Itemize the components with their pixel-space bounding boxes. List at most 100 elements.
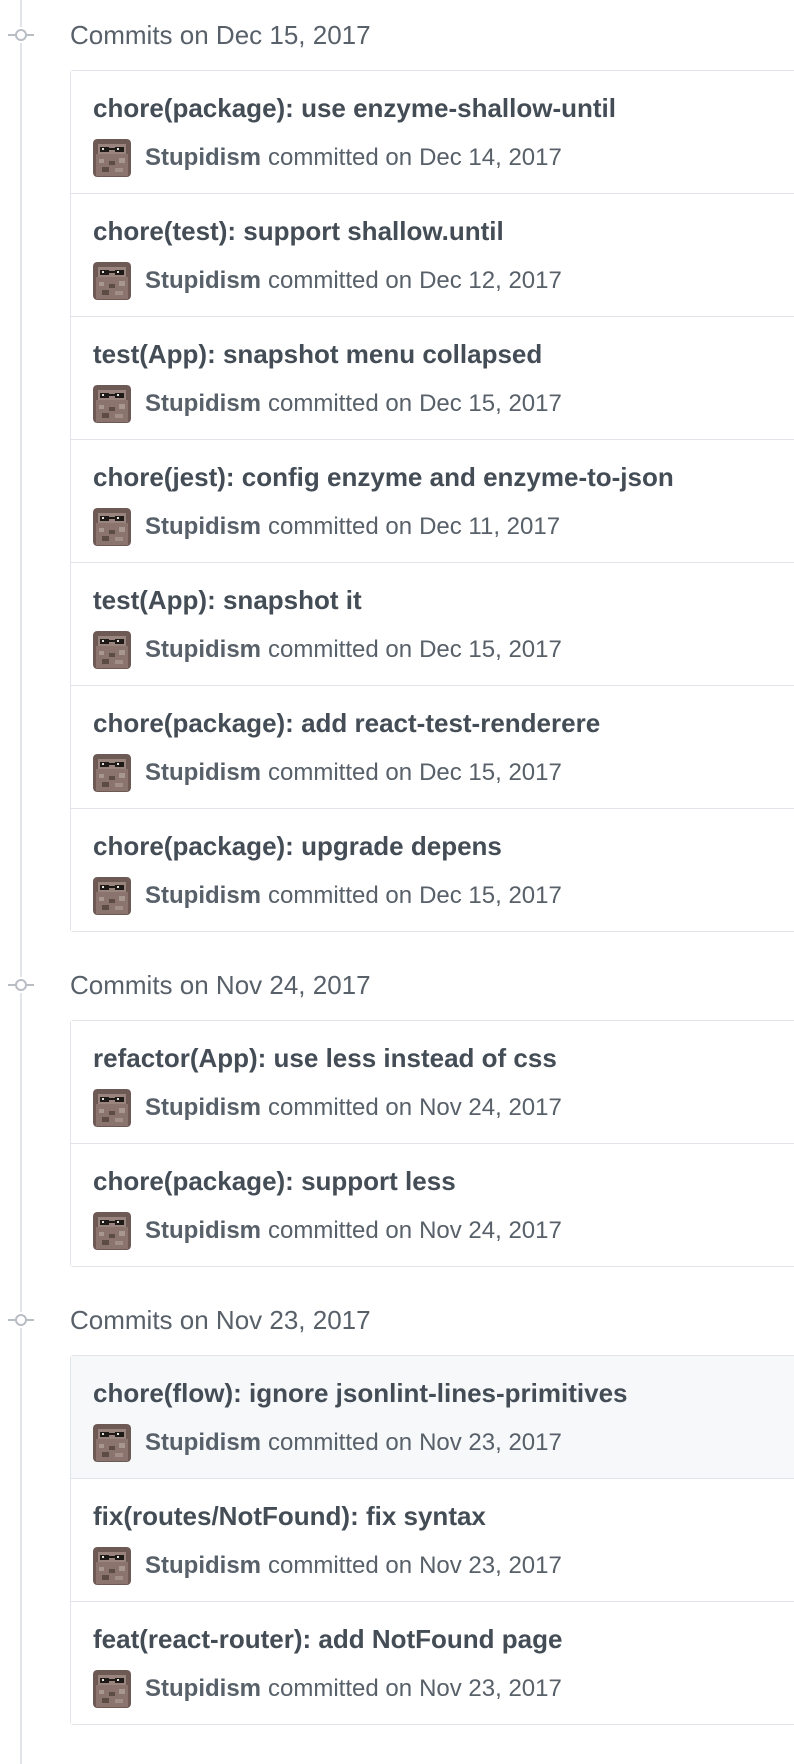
user-avatar[interactable] <box>93 139 131 177</box>
user-avatar[interactable] <box>93 1547 131 1585</box>
commit-verb: committed on <box>268 1094 413 1121</box>
user-avatar[interactable] <box>93 1424 131 1462</box>
user-avatar[interactable] <box>93 1212 131 1250</box>
commit-author-link[interactable]: Stupidism <box>145 1675 261 1703</box>
commit-row: chore(jest): config enzyme and enzyme-to… <box>71 439 794 562</box>
commit-row: feat(react-router): add NotFound page Stu… <box>71 1601 794 1724</box>
commit-group-date-heading: Commits on Dec 15, 2017 <box>70 20 371 50</box>
commit-meta: Stupidism committed on Dec 15, 2017 <box>93 753 562 793</box>
commit-author-link[interactable]: Stupidism <box>145 390 261 418</box>
commit-meta: Stupidism committed on Dec 15, 2017 <box>93 384 562 424</box>
commit-row: chore(package): support less Stupidism com… <box>71 1143 794 1266</box>
commit-author-link[interactable]: Stupidism <box>145 759 261 787</box>
user-avatar[interactable] <box>93 385 131 423</box>
commit-row: chore(flow): ignore jsonlint-lines-primi… <box>71 1356 794 1478</box>
commit-timeline: Commits on Dec 15, 2017 chore(package): u… <box>0 0 794 1725</box>
commit-verb: committed on <box>268 1429 413 1456</box>
commit-author-link[interactable]: Stupidism <box>145 882 261 910</box>
commit-list: chore(package): use enzyme-shallow-until… <box>70 70 794 932</box>
commit-group-date-heading: Commits on Nov 23, 2017 <box>70 1305 371 1335</box>
commit-group-header: Commits on Nov 23, 2017 <box>0 1285 794 1355</box>
user-avatar[interactable] <box>93 262 131 300</box>
commit-author-link[interactable]: Stupidism <box>145 267 261 295</box>
commit-verb: committed on <box>268 267 413 294</box>
commit-row: chore(test): support shallow.until Stupid… <box>71 193 794 316</box>
git-commit-icon <box>8 27 34 43</box>
commit-meta: Stupidism committed on Dec 11, 2017 <box>93 507 560 547</box>
commit-message-link[interactable]: refactor(App): use less instead of css <box>93 1042 557 1074</box>
commit-meta: Stupidism committed on Nov 23, 2017 <box>93 1423 562 1463</box>
commit-message-link[interactable]: test(App): snapshot menu collapsed <box>93 338 542 370</box>
commit-verb: committed on <box>268 390 413 417</box>
commit-meta: Stupidism committed on Dec 15, 2017 <box>93 630 562 670</box>
commit-verb: committed on <box>268 1217 413 1244</box>
commit-verb: committed on <box>268 1675 413 1702</box>
commit-date: Nov 24, 2017 <box>419 1094 562 1121</box>
commit-row: chore(package): use enzyme-shallow-until… <box>71 71 794 193</box>
commit-group-date-heading: Commits on Nov 24, 2017 <box>70 970 371 1000</box>
git-commit-icon <box>8 1312 34 1328</box>
commit-verb: committed on <box>268 513 413 540</box>
commit-date: Dec 14, 2017 <box>419 144 562 171</box>
commit-meta: Stupidism committed on Nov 23, 2017 <box>93 1669 562 1709</box>
commit-date: Nov 24, 2017 <box>419 1217 562 1244</box>
commit-message-link[interactable]: feat(react-router): add NotFound page <box>93 1623 562 1655</box>
commit-group-header: Commits on Dec 15, 2017 <box>0 0 794 70</box>
commit-verb: committed on <box>268 1552 413 1579</box>
git-commit-icon <box>8 977 34 993</box>
commit-group: Commits on Dec 15, 2017 chore(package): u… <box>0 0 794 932</box>
commit-verb: committed on <box>268 636 413 663</box>
commit-meta: Stupidism committed on Nov 24, 2017 <box>93 1088 562 1128</box>
commit-message-link[interactable]: fix(routes/NotFound): fix syntax <box>93 1500 486 1532</box>
commit-author-link[interactable]: Stupidism <box>145 1429 261 1457</box>
user-avatar[interactable] <box>93 1089 131 1127</box>
commit-row: refactor(App): use less instead of css St… <box>71 1021 794 1143</box>
commit-group: Commits on Nov 23, 2017 chore(flow): igno… <box>0 1285 794 1725</box>
commit-verb: committed on <box>268 144 413 171</box>
commit-message-link[interactable]: test(App): snapshot it <box>93 584 362 616</box>
commit-message-link[interactable]: chore(package): upgrade depens <box>93 830 502 862</box>
commit-message-link[interactable]: chore(package): use enzyme-shallow-until <box>93 92 616 124</box>
commit-list: refactor(App): use less instead of css St… <box>70 1020 794 1267</box>
commit-author-link[interactable]: Stupidism <box>145 636 261 664</box>
commit-meta: Stupidism committed on Dec 14, 2017 <box>93 138 562 178</box>
commit-row: chore(package): upgrade depens Stupidism c… <box>71 808 794 931</box>
commit-date: Dec 15, 2017 <box>419 882 562 909</box>
commit-message-link[interactable]: chore(package): add react-test-renderere <box>93 707 600 739</box>
commit-meta: Stupidism committed on Nov 24, 2017 <box>93 1211 562 1251</box>
commit-row: test(App): snapshot it Stupidism committed… <box>71 562 794 685</box>
commit-date: Dec 11, 2017 <box>419 513 561 540</box>
commit-meta: Stupidism committed on Dec 12, 2017 <box>93 261 562 301</box>
commit-row: fix(routes/NotFound): fix syntax Stupidis… <box>71 1478 794 1601</box>
commit-date: Dec 12, 2017 <box>419 267 562 294</box>
commit-message-link[interactable]: chore(package): support less <box>93 1165 456 1197</box>
commit-author-link[interactable]: Stupidism <box>145 513 261 541</box>
commit-message-link[interactable]: chore(flow): ignore jsonlint-lines-primi… <box>93 1377 628 1409</box>
commit-author-link[interactable]: Stupidism <box>145 1094 261 1122</box>
commit-date: Nov 23, 2017 <box>419 1429 562 1456</box>
commit-meta: Stupidism committed on Dec 15, 2017 <box>93 876 562 916</box>
commit-message-link[interactable]: chore(jest): config enzyme and enzyme-to… <box>93 461 674 493</box>
commit-row: test(App): snapshot menu collapsed Stupid… <box>71 316 794 439</box>
commit-group-header: Commits on Nov 24, 2017 <box>0 950 794 1020</box>
commit-group: Commits on Nov 24, 2017 refactor(App): us… <box>0 950 794 1267</box>
commit-date: Nov 23, 2017 <box>419 1552 562 1579</box>
user-avatar[interactable] <box>93 1670 131 1708</box>
commit-date: Dec 15, 2017 <box>419 390 562 417</box>
commit-author-link[interactable]: Stupidism <box>145 1552 261 1580</box>
commit-date: Dec 15, 2017 <box>419 636 562 663</box>
user-avatar[interactable] <box>93 631 131 669</box>
commit-list: chore(flow): ignore jsonlint-lines-primi… <box>70 1355 794 1725</box>
commit-verb: committed on <box>268 759 413 786</box>
commit-row: chore(package): add react-test-renderere… <box>71 685 794 808</box>
user-avatar[interactable] <box>93 754 131 792</box>
commit-message-link[interactable]: chore(test): support shallow.until <box>93 215 504 247</box>
user-avatar[interactable] <box>93 877 131 915</box>
user-avatar[interactable] <box>93 508 131 546</box>
commit-meta: Stupidism committed on Nov 23, 2017 <box>93 1546 562 1586</box>
commit-date: Dec 15, 2017 <box>419 759 562 786</box>
commit-date: Nov 23, 2017 <box>419 1675 562 1702</box>
commit-author-link[interactable]: Stupidism <box>145 144 261 172</box>
commit-verb: committed on <box>268 882 413 909</box>
commit-author-link[interactable]: Stupidism <box>145 1217 261 1245</box>
